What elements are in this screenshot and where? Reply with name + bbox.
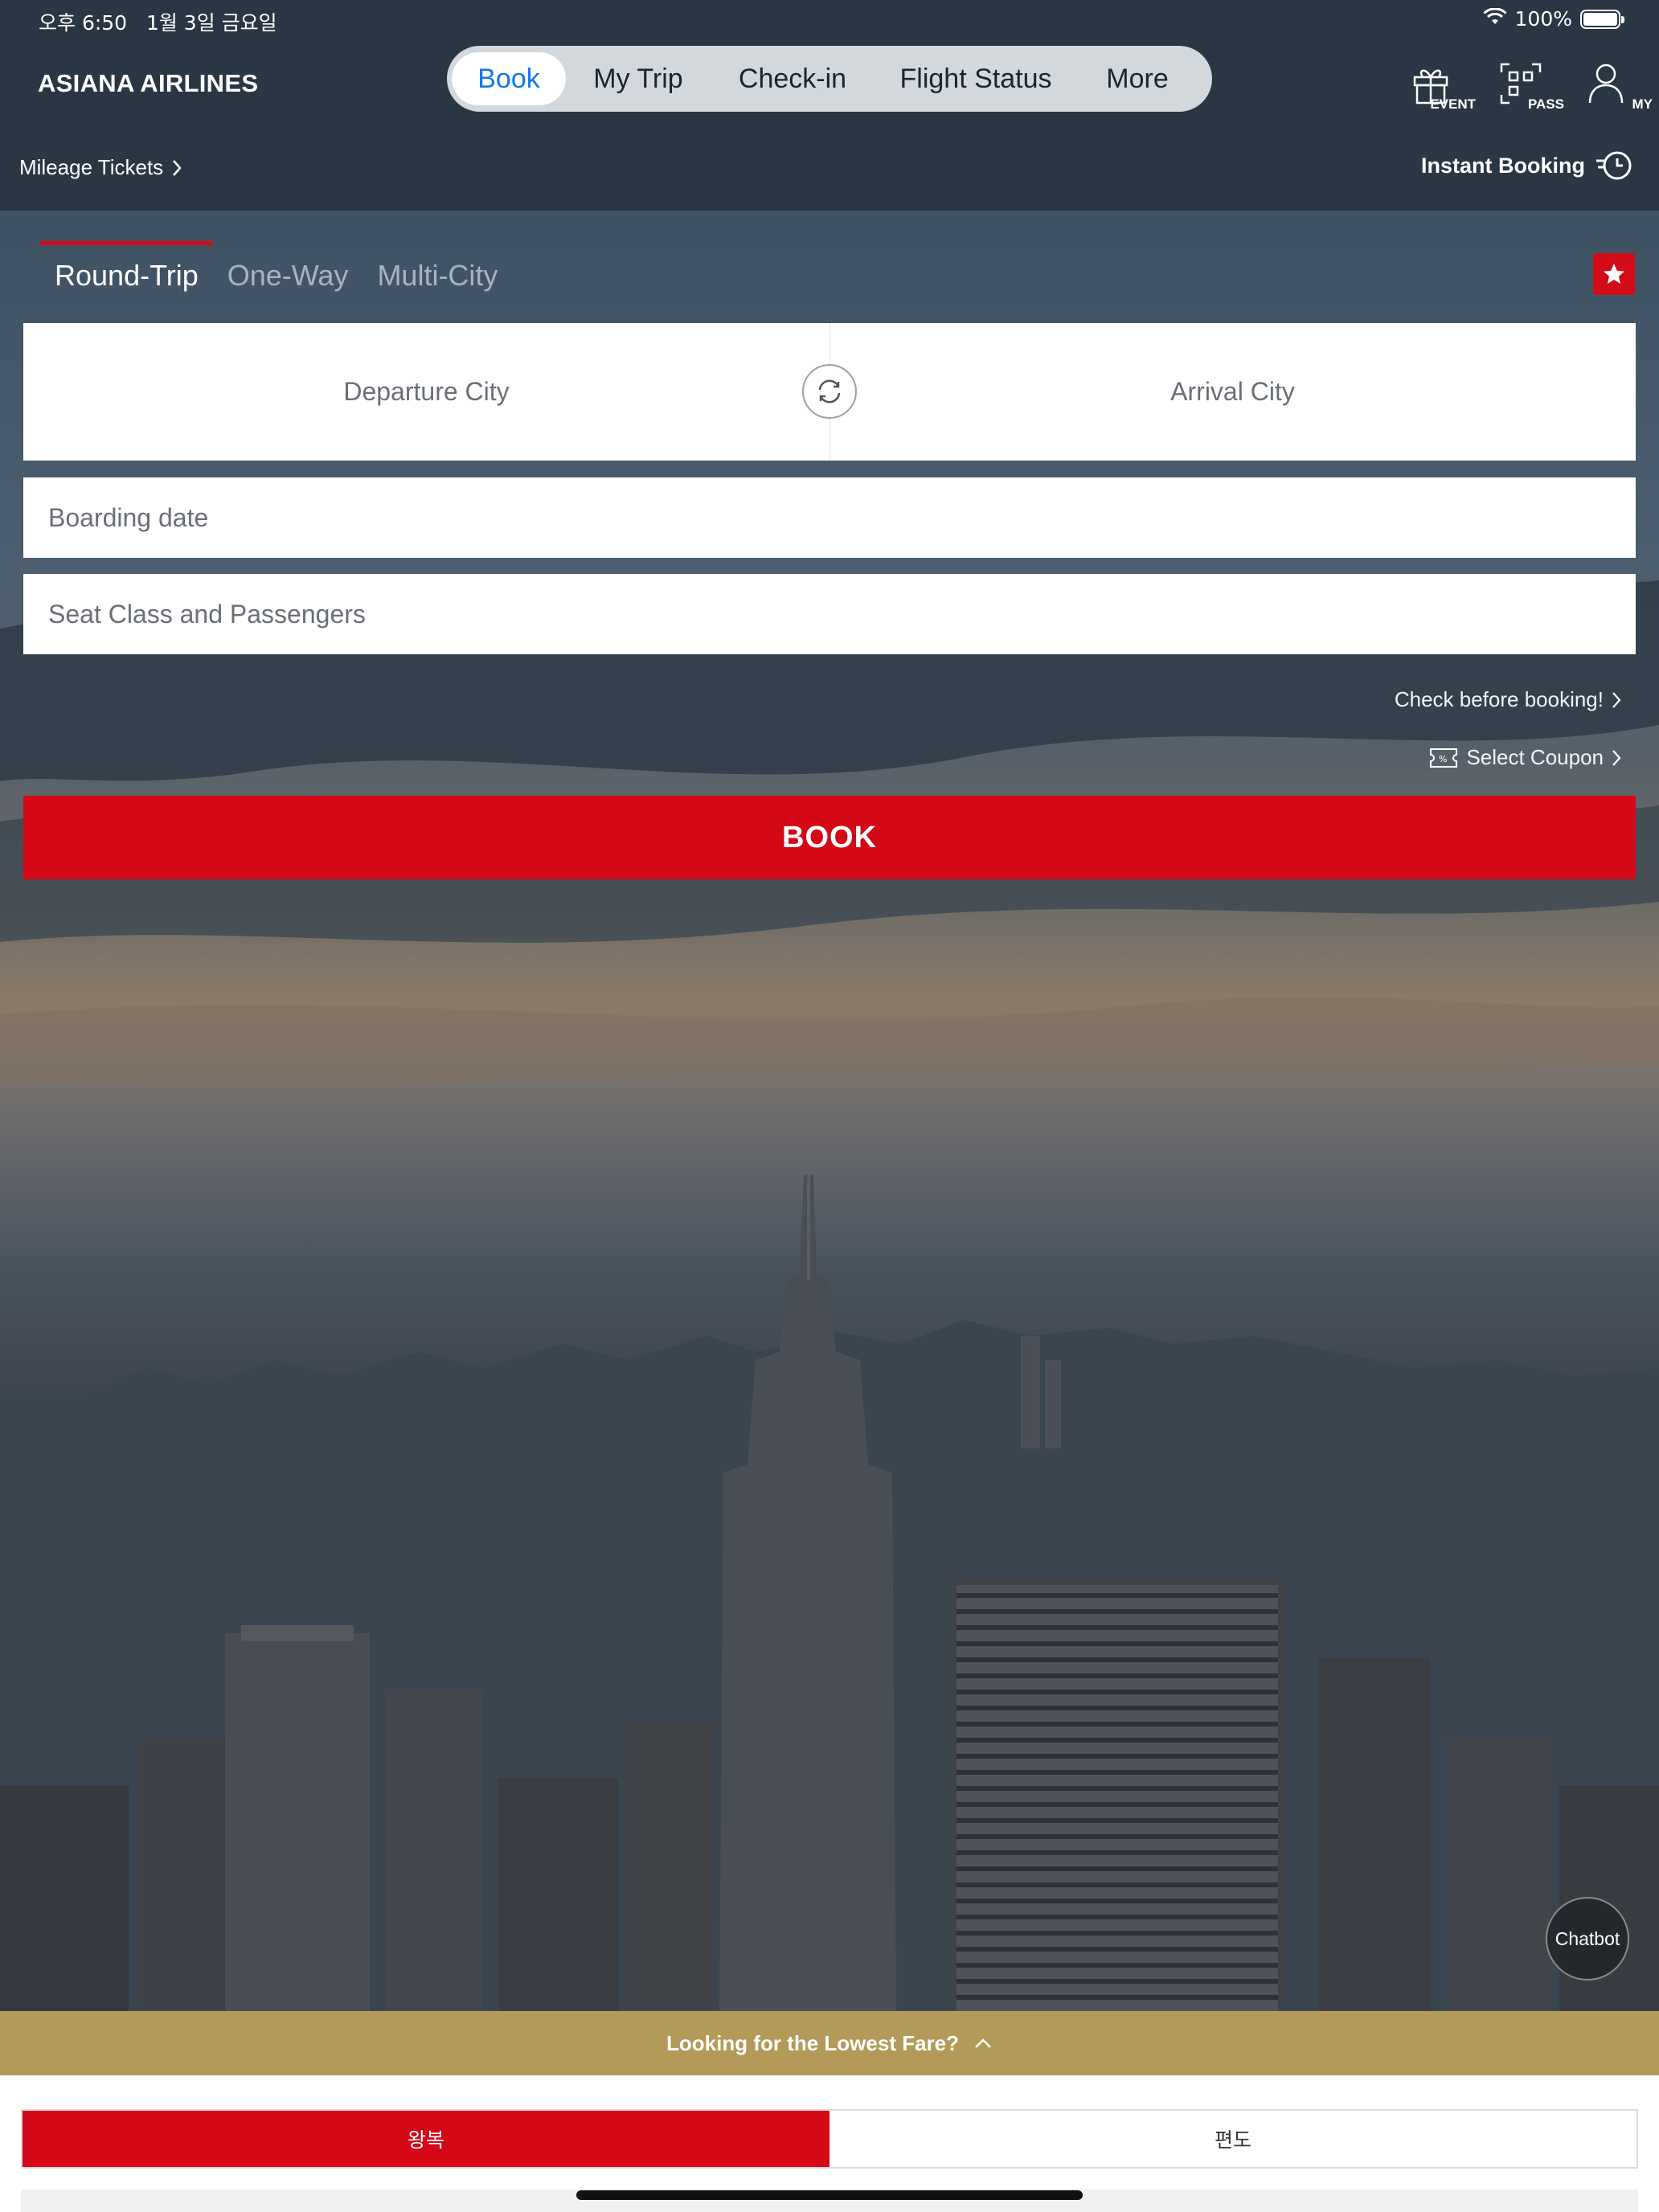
swap-cities-button[interactable] xyxy=(802,364,857,419)
city-selector: Departure City Arrival City xyxy=(23,323,1636,461)
star-icon xyxy=(1604,264,1624,284)
fast-clock-icon xyxy=(1596,151,1632,180)
seat-class-passengers-field[interactable]: Seat Class and Passengers xyxy=(23,574,1636,654)
select-coupon-label: Select Coupon xyxy=(1466,745,1604,769)
chevron-right-icon xyxy=(1612,691,1621,708)
select-coupon-link[interactable]: % Select Coupon xyxy=(1429,745,1621,770)
pass-label: PASS xyxy=(1527,96,1564,112)
my-label: MY xyxy=(1632,96,1653,112)
arrival-city-field[interactable]: Arrival City xyxy=(830,323,1636,461)
svg-text:%: % xyxy=(1439,754,1447,764)
instant-booking-label: Instant Booking xyxy=(1421,153,1585,178)
battery-percent: 100% xyxy=(1514,7,1572,31)
user-icon xyxy=(1588,63,1624,104)
status-date: 1월 3일 금요일 xyxy=(145,11,277,35)
check-before-booking-link[interactable]: Check before booking! xyxy=(1395,687,1621,712)
trip-type-tabs: Round-Trip One-Way Multi-City xyxy=(40,241,512,301)
nav-book[interactable]: Book xyxy=(452,52,566,105)
mileage-tickets-link[interactable]: Mileage Tickets xyxy=(19,155,182,180)
nav-my-trip[interactable]: My Trip xyxy=(566,52,711,105)
fare-trip-segment: 왕복 편도 xyxy=(21,2109,1638,2169)
check-before-booking-label: Check before booking! xyxy=(1394,687,1604,711)
status-time-date: 오후 6:50 1월 3일 금요일 xyxy=(39,7,277,36)
chevron-up-icon xyxy=(975,2038,991,2048)
fare-option-round-trip[interactable]: 왕복 xyxy=(23,2111,830,2167)
chevron-right-icon xyxy=(1612,749,1621,766)
main-nav: Book My Trip Check-in Flight Status More xyxy=(447,46,1212,112)
status-bar: 오후 6:50 1월 3일 금요일 100% xyxy=(0,0,1659,39)
book-button[interactable]: BOOK xyxy=(23,796,1636,879)
mileage-tickets-label: Mileage Tickets xyxy=(19,155,164,179)
home-indicator xyxy=(576,2190,1083,2200)
chatbot-button[interactable]: Chatbot xyxy=(1546,1897,1629,1981)
lowest-fare-toggle[interactable]: Looking for the Lowest Fare? xyxy=(0,2011,1659,2075)
tab-multi-city[interactable]: Multi-City xyxy=(363,241,512,301)
nav-flight-status[interactable]: Flight Status xyxy=(875,52,1077,105)
lowest-fare-label: Looking for the Lowest Fare? xyxy=(666,2030,959,2055)
nav-check-in[interactable]: Check-in xyxy=(711,52,875,105)
wifi-icon xyxy=(1482,7,1507,31)
app-logo: ASIANA AIRLINES xyxy=(38,69,259,97)
event-button[interactable]: EVENT xyxy=(1411,63,1476,112)
event-label: EVENT xyxy=(1430,96,1476,112)
pass-button[interactable]: PASS xyxy=(1500,63,1564,112)
nav-more[interactable]: More xyxy=(1077,52,1198,105)
app-header: 오후 6:50 1월 3일 금요일 100% ASIANA AIRLINES B… xyxy=(0,0,1659,211)
status-indicators: 100% xyxy=(1482,7,1624,31)
tab-round-trip[interactable]: Round-Trip xyxy=(40,241,213,301)
battery-icon xyxy=(1580,9,1624,29)
coupon-icon: % xyxy=(1430,748,1458,768)
chevron-right-icon xyxy=(173,159,182,176)
boarding-date-field[interactable]: Boarding date xyxy=(23,477,1636,558)
favorite-button[interactable] xyxy=(1593,253,1635,295)
tab-one-way[interactable]: One-Way xyxy=(213,241,363,301)
status-time: 오후 6:50 xyxy=(39,11,128,35)
my-button[interactable]: MY xyxy=(1588,63,1653,112)
fare-option-one-way[interactable]: 편도 xyxy=(830,2111,1636,2167)
instant-booking-link[interactable]: Instant Booking xyxy=(1421,150,1632,182)
departure-city-field[interactable]: Departure City xyxy=(23,323,830,461)
swap-icon xyxy=(818,379,841,403)
